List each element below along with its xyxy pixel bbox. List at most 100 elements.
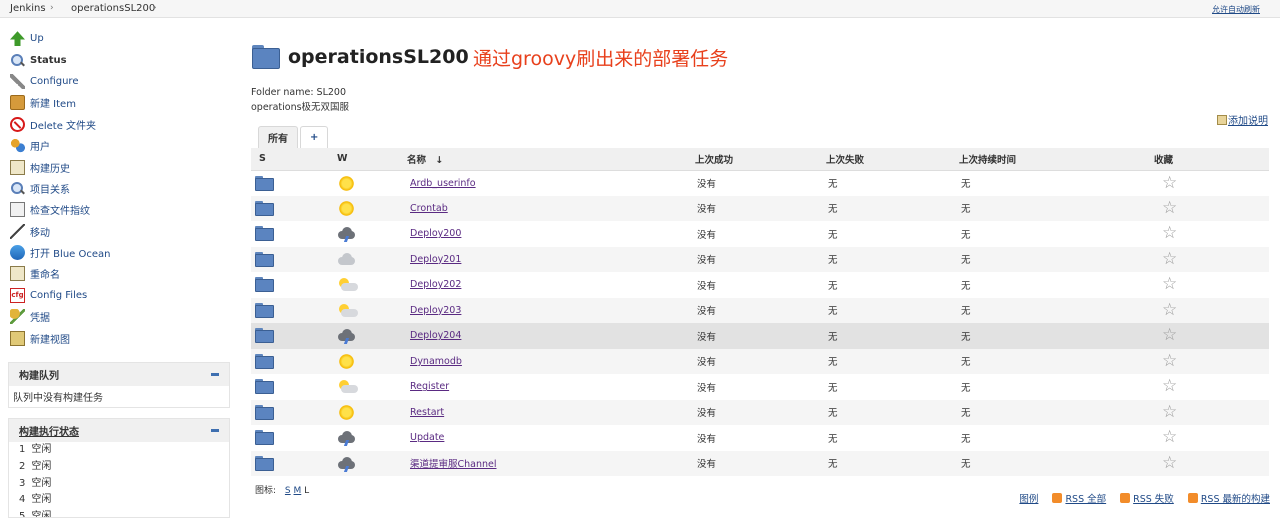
fingerprint-card-icon xyxy=(10,202,25,218)
folder-icon xyxy=(255,328,274,344)
rss-all-label: RSS 全部 xyxy=(1065,494,1107,505)
rss-failed-label: RSS 失败 xyxy=(1133,494,1174,505)
table-row: Register 没有 无 无 ☆ xyxy=(251,374,1269,400)
favorite-star-icon[interactable]: ☆ xyxy=(1162,325,1177,345)
col-weather[interactable]: W xyxy=(331,148,407,171)
sidebar-item[interactable]: 凭据 xyxy=(10,306,230,327)
favorite-star-icon[interactable]: ☆ xyxy=(1162,274,1177,294)
col-favorite[interactable]: 收藏 xyxy=(1154,148,1269,171)
folder-icon xyxy=(255,379,274,395)
blue-ocean-icon xyxy=(10,245,25,261)
breadcrumb-jenkins[interactable]: Jenkins xyxy=(10,3,46,14)
folder-icon xyxy=(255,302,274,318)
sidebar-item[interactable]: 打开 Blue Ocean xyxy=(10,242,230,263)
sidebar-item[interactable]: 项目关系 xyxy=(10,178,230,199)
job-link[interactable]: Deploy203 xyxy=(410,305,461,316)
rss-failed-link[interactable]: RSS 失败 xyxy=(1120,491,1174,505)
favorite-star-icon[interactable]: ☆ xyxy=(1162,300,1177,320)
job-link[interactable]: Restart xyxy=(410,407,444,418)
sidebar-item[interactable]: Up xyxy=(10,28,230,49)
rss-latest-link[interactable]: RSS 最新的构建 xyxy=(1187,491,1270,505)
weather-storm-icon xyxy=(337,329,356,345)
favorite-star-icon[interactable]: ☆ xyxy=(1162,402,1177,422)
last-duration-cell: 无 xyxy=(959,450,1154,476)
job-link[interactable]: Deploy204 xyxy=(410,330,461,341)
executor-number: 1 xyxy=(19,444,26,455)
auto-refresh-link[interactable]: 允许自动刷新 xyxy=(1212,4,1260,15)
sidebar-item[interactable]: 重命名 xyxy=(10,263,230,284)
breadcrumb-folder[interactable]: operationsSL200 xyxy=(71,3,155,14)
last-success-cell: 没有 xyxy=(695,348,826,374)
last-duration-cell: 无 xyxy=(959,246,1154,272)
job-link[interactable]: Register xyxy=(410,381,449,392)
table-row: Crontab 没有无无 ☆ xyxy=(251,195,1269,221)
page-header: operationsSL200 xyxy=(252,42,469,72)
col-last-failure[interactable]: 上次失败 xyxy=(826,148,959,171)
sidebar-item[interactable]: 检查文件指纹 xyxy=(10,199,230,220)
job-link[interactable]: Deploy201 xyxy=(410,254,461,265)
tab-add-view[interactable]: + xyxy=(300,126,329,148)
sidebar-item[interactable]: Delete 文件夹 xyxy=(10,114,230,135)
favorite-star-icon[interactable]: ☆ xyxy=(1162,427,1177,447)
executor-row: 5 空闲 xyxy=(9,509,229,517)
collapse-icon[interactable] xyxy=(211,429,219,432)
sidebar-item[interactable]: 构建历史 xyxy=(10,156,230,177)
icon-size-selector: 图标: S M L xyxy=(255,483,309,496)
sidebar-item[interactable]: 新建 Item xyxy=(10,92,230,113)
add-description-link[interactable]: 添加说明 xyxy=(1217,112,1268,127)
job-link[interactable]: Deploy200 xyxy=(410,228,461,239)
job-link[interactable]: Dynamodb xyxy=(410,356,462,367)
status-cell xyxy=(251,195,331,221)
icon-size-small[interactable]: S xyxy=(285,486,291,496)
weather-storm-icon xyxy=(337,227,356,243)
sidebar-item[interactable]: 新建视图 xyxy=(10,327,230,348)
build-queue-title: 构建队列 xyxy=(19,371,59,382)
col-last-success[interactable]: 上次成功 xyxy=(695,148,826,171)
job-link[interactable]: Ardb_userinfo xyxy=(410,178,476,189)
status-cell xyxy=(251,348,331,374)
favorite-star-icon[interactable]: ☆ xyxy=(1162,223,1177,243)
last-success-cell: 没有 xyxy=(695,323,826,349)
sidebar-item-label: 新建 Item xyxy=(30,99,76,111)
tab-all[interactable]: 所有 xyxy=(258,126,298,148)
icon-size-medium[interactable]: M xyxy=(294,486,302,496)
last-failure-cell: 无 xyxy=(826,297,959,323)
sidebar-item[interactable]: Configure xyxy=(10,71,230,92)
col-name[interactable]: 名称 ↓ xyxy=(407,148,695,171)
favorite-star-icon[interactable]: ☆ xyxy=(1162,249,1177,269)
last-failure-cell: 无 xyxy=(826,323,959,349)
favorite-star-icon[interactable]: ☆ xyxy=(1162,376,1177,396)
job-link[interactable]: Update xyxy=(410,432,444,443)
job-link[interactable]: 渠道提审服Channel xyxy=(410,459,497,470)
executors-title[interactable]: 构建执行状态 xyxy=(19,423,79,438)
sidebar-item[interactable]: 移动 xyxy=(10,221,230,242)
last-duration-cell: 无 xyxy=(959,323,1154,349)
status-cell xyxy=(251,374,331,400)
magnifier-icon xyxy=(10,181,25,196)
rss-all-link[interactable]: RSS 全部 xyxy=(1052,491,1106,505)
legend-link[interactable]: 图例 xyxy=(1019,491,1038,505)
favorite-star-icon[interactable]: ☆ xyxy=(1162,453,1177,473)
favorite-star-icon[interactable]: ☆ xyxy=(1162,173,1177,193)
sort-down-icon: ↓ xyxy=(435,154,444,166)
sidebar-item[interactable]: 用户 xyxy=(10,135,230,156)
weather-cell xyxy=(331,221,407,247)
sidebar-item[interactable]: Status xyxy=(10,49,230,70)
chevron-right-icon[interactable]: › xyxy=(50,3,54,13)
last-success-cell: 没有 xyxy=(697,280,717,292)
job-table: S W 名称 ↓ 上次成功 上次失败 上次持续时间 收藏 Ardb_userin… xyxy=(251,148,1269,476)
status-cell xyxy=(251,170,331,196)
job-link[interactable]: Crontab xyxy=(410,203,448,214)
col-status[interactable]: S xyxy=(251,148,331,171)
executor-row: 2 空闲 xyxy=(9,459,229,476)
favorite-star-icon[interactable]: ☆ xyxy=(1162,351,1177,371)
col-last-duration[interactable]: 上次持续时间 xyxy=(959,148,1154,171)
weather-cell xyxy=(331,323,407,349)
collapse-icon[interactable] xyxy=(211,373,219,376)
sidebar-item[interactable]: cfg Config Files xyxy=(10,285,230,306)
job-link[interactable]: Deploy202 xyxy=(410,279,461,290)
chevron-right-icon[interactable]: › xyxy=(153,3,157,13)
favorite-star-icon[interactable]: ☆ xyxy=(1162,198,1177,218)
table-row: Deploy200 没有 无 无 ☆ xyxy=(251,221,1269,247)
table-row: Deploy204 没有无无 ☆ xyxy=(251,323,1269,349)
